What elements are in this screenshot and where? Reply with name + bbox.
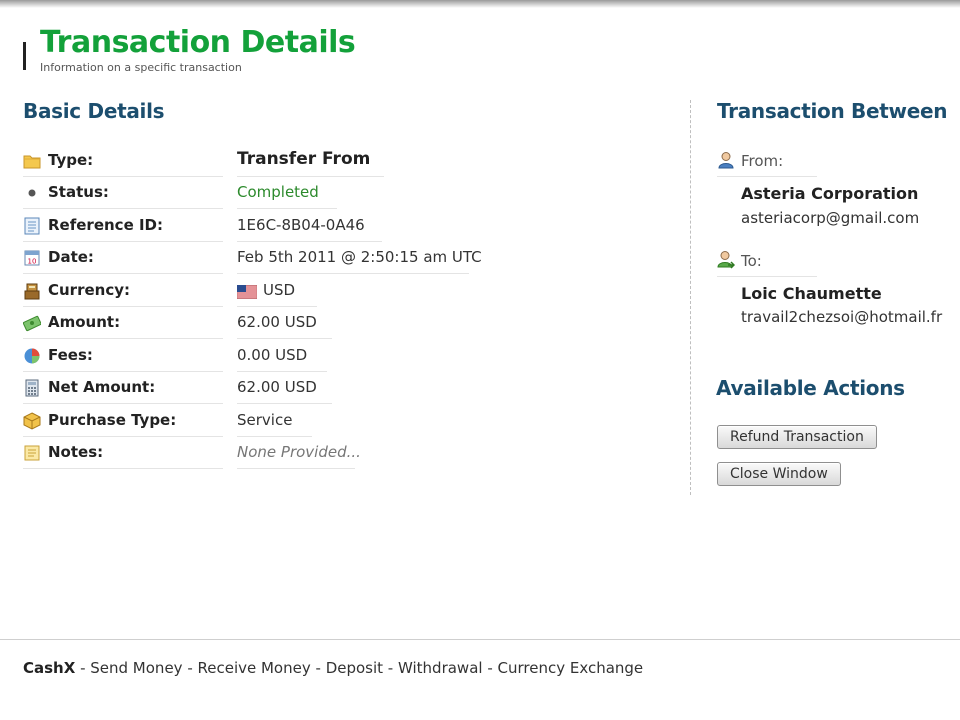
footer-link-receive-money[interactable]: Receive Money — [198, 659, 311, 677]
folder-icon — [23, 152, 41, 170]
amount-value: 62.00 USD — [237, 313, 317, 331]
footer-link-deposit[interactable]: Deposit — [326, 659, 383, 677]
reference-value: 1E6C-8B04-0A46 — [237, 216, 365, 234]
detail-row-type: Type: Transfer From — [23, 145, 384, 177]
detail-row-reference: Reference ID: 1E6C-8B04-0A46 — [23, 210, 382, 242]
calculator-icon — [23, 379, 41, 397]
to-name: Loic Chaumette — [741, 284, 882, 303]
detail-row-date: 10 Date: Feb 5th 2011 @ 2:50:15 am UTC — [23, 242, 483, 274]
bullet-icon — [23, 184, 41, 202]
svg-text:10: 10 — [28, 258, 37, 266]
fees-label: Fees: — [48, 346, 93, 364]
detail-row-fees: Fees: 0.00 USD — [23, 340, 363, 372]
footer-nav: CashX - Send Money - Receive Money - Dep… — [23, 659, 644, 677]
type-value: Transfer From — [237, 149, 371, 169]
user-icon — [717, 151, 735, 169]
page-title: Transaction Details — [40, 25, 356, 60]
detail-row-net-amount: Net Amount: 62.00 USD — [23, 372, 363, 404]
from-label: From: — [741, 152, 784, 170]
notes-value: None Provided... — [237, 443, 361, 461]
net-amount-label: Net Amount: — [48, 378, 156, 396]
footer-link-withdrawal[interactable]: Withdrawal — [398, 659, 483, 677]
detail-row-purchase-type: Purchase Type: Service — [23, 405, 363, 437]
purchase-type-value: Service — [237, 411, 293, 429]
basic-details-heading: Basic Details — [23, 99, 165, 123]
footer-brand: CashX — [23, 659, 76, 677]
box-icon — [23, 412, 41, 430]
footer-divider — [0, 639, 960, 640]
top-shadow — [0, 0, 960, 8]
status-label: Status: — [48, 183, 109, 201]
date-label: Date: — [48, 248, 94, 266]
available-actions-heading: Available Actions — [716, 376, 905, 400]
to-email: travail2chezsoi@hotmail.fr — [741, 308, 943, 326]
calendar-icon: 10 — [23, 249, 41, 267]
note-icon — [23, 444, 41, 462]
document-icon — [23, 217, 41, 235]
from-name: Asteria Corporation — [741, 184, 919, 203]
reference-label: Reference ID: — [48, 216, 163, 234]
refund-transaction-button[interactable]: Refund Transaction — [717, 425, 877, 449]
pie-chart-icon — [23, 347, 41, 365]
date-value: Feb 5th 2011 @ 2:50:15 am UTC — [237, 248, 482, 266]
title-accent-bar — [23, 42, 26, 70]
currency-label: Currency: — [48, 281, 131, 299]
notes-label: Notes: — [48, 443, 104, 461]
column-divider — [690, 100, 691, 495]
user-arrow-icon — [717, 250, 736, 270]
cash-register-icon — [23, 282, 41, 300]
amount-label: Amount: — [48, 313, 121, 331]
detail-row-amount: Amount: 62.00 USD — [22, 307, 363, 339]
detail-row-notes: Notes: None Provided... — [23, 437, 363, 469]
close-window-button[interactable]: Close Window — [717, 462, 841, 486]
footer-link-currency-exchange[interactable]: Currency Exchange — [498, 659, 644, 677]
transaction-between-heading: Transaction Between — [717, 99, 948, 123]
net-amount-value: 62.00 USD — [237, 378, 317, 396]
status-value: Completed — [237, 183, 319, 201]
detail-row-currency: Currency: USD — [23, 275, 363, 307]
detail-row-status: Status: Completed — [23, 177, 363, 209]
to-label: To: — [741, 252, 762, 270]
us-flag-icon — [236, 284, 258, 300]
footer-link-send-money[interactable]: Send Money — [90, 659, 182, 677]
page-subtitle: Information on a specific transaction — [40, 61, 242, 74]
purchase-type-label: Purchase Type: — [48, 411, 177, 429]
type-label: Type: — [48, 151, 94, 169]
money-icon — [22, 314, 42, 332]
currency-value: USD — [263, 281, 296, 299]
fees-value: 0.00 USD — [237, 346, 308, 364]
from-email: asteriacorp@gmail.com — [741, 209, 920, 227]
